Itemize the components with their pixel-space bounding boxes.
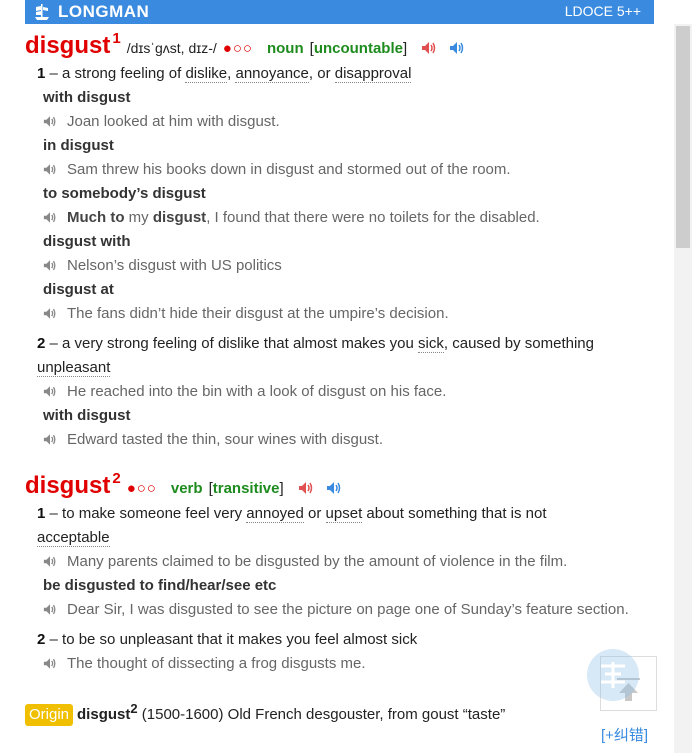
dictionary-header: LONGMAN LDOCE 5++ <box>25 0 654 24</box>
speaker-british-icon[interactable] <box>298 481 314 500</box>
ship-icon <box>35 4 49 20</box>
example: Sam threw his books down in disgust and … <box>43 160 511 182</box>
frequency-dots: ●○○ <box>126 480 157 497</box>
speaker-example-icon[interactable] <box>43 114 61 134</box>
pronunciation: /dɪsˈɡʌst, dɪz-/ <box>126 40 217 56</box>
collocation: with disgust <box>43 89 131 106</box>
example-text: Dear Sir, I was disgusted to see the pic… <box>67 601 629 618</box>
example: Joan looked at him with disgust. <box>43 112 280 134</box>
collocation: disgust with <box>43 233 131 250</box>
origin-tag: Origin <box>25 704 74 726</box>
definition: a very strong feeling of dislike that al… <box>62 335 419 352</box>
example: Many parents claimed to be disgusted by … <box>43 552 567 574</box>
origin-section: Origin disgust2 (1500-1600) Old French de… <box>25 699 505 726</box>
xref-link[interactable]: unpleasant <box>37 359 111 377</box>
example: Dear Sir, I was disgusted to see the pic… <box>43 600 629 622</box>
scrollbar-thumb[interactable] <box>676 26 690 248</box>
xref-link[interactable]: sick <box>418 335 444 353</box>
brand-name: LONGMAN <box>58 2 150 21</box>
origin-headword-text: disgust <box>77 706 131 723</box>
longman-logo: LONGMAN <box>32 2 149 22</box>
collocation: disgust at <box>43 281 114 298</box>
origin-homograph-number: 2 <box>130 701 138 716</box>
definition: a strong feeling of <box>62 65 186 82</box>
grammar-label: [transitive] <box>208 480 284 497</box>
grammar-value: transitive <box>212 480 280 497</box>
example-text: Sam threw his books down in disgust and … <box>67 161 511 178</box>
speaker-example-icon[interactable] <box>43 258 61 278</box>
origin-text: (1500-1600) Old French desgouster, from … <box>141 706 506 723</box>
example-text: Many parents claimed to be disgusted by … <box>67 553 568 570</box>
speaker-american-icon[interactable] <box>326 481 342 500</box>
sense-1: 1 – a strong feeling of dislike, annoyan… <box>37 65 412 83</box>
example: Nelson’s disgust with US politics <box>43 256 282 278</box>
speaker-british-icon[interactable] <box>421 41 437 60</box>
definition: to make someone feel very <box>62 505 247 522</box>
headword: disgust <box>25 472 111 499</box>
example: He reached into the bin with a look of d… <box>43 382 446 404</box>
example-text: The fans didn’t hide their disgust at th… <box>67 305 449 322</box>
xref-link[interactable]: annoyance <box>235 65 309 83</box>
definition: to be so unpleasant that it makes you fe… <box>62 631 418 648</box>
homograph-number: 2 <box>112 470 121 487</box>
definition-text: , or <box>308 65 335 82</box>
scrollbar[interactable] <box>674 24 692 753</box>
example-text: , I found that there were no toilets for… <box>206 209 540 226</box>
entry-1-header: disgust 1 /dɪsˈɡʌst, dɪz-/ ●○○ noun [unc… <box>25 30 465 60</box>
xref-link[interactable]: annoyed <box>246 505 304 523</box>
definition-text: or <box>303 505 326 522</box>
headword: disgust <box>25 32 111 59</box>
example-text: The thought of dissecting a frog disgust… <box>67 655 366 672</box>
example: Edward tasted the thin, sour wines with … <box>43 430 383 452</box>
speaker-example-icon[interactable] <box>43 432 61 452</box>
grammar-value: uncountable <box>313 40 403 57</box>
report-error-link[interactable]: [+纠错] <box>601 724 648 745</box>
example: The fans didn’t hide their disgust at th… <box>43 304 449 326</box>
part-of-speech: noun <box>266 40 304 57</box>
entry-2-header: disgust 2 ●○○ verb [transitive] <box>25 470 342 500</box>
speaker-example-icon[interactable] <box>43 554 61 574</box>
origin-headword: disgust2 <box>77 701 138 723</box>
collocation: to somebody’s disgust <box>43 185 206 202</box>
homograph-number: 1 <box>112 30 121 47</box>
speaker-example-icon[interactable] <box>43 384 61 404</box>
speaker-example-icon[interactable] <box>43 656 61 676</box>
example-bold: Much to <box>67 209 125 226</box>
xref-link[interactable]: upset <box>325 505 363 523</box>
sense-1: 1 – to make someone feel very annoyed or… <box>37 505 547 523</box>
sense-1-continued: acceptable <box>37 528 110 548</box>
collocation: be disgusted to find/hear/see etc <box>43 577 277 594</box>
speaker-american-icon[interactable] <box>449 41 465 60</box>
sense-2-continued: unpleasant <box>37 358 111 378</box>
grammar-label: [uncountable] <box>309 40 408 57</box>
speaker-example-icon[interactable] <box>43 210 61 230</box>
edition-label: LDOCE 5++ <box>564 3 641 19</box>
xref-link[interactable]: acceptable <box>37 529 110 547</box>
example-text: Nelson’s disgust with US politics <box>67 257 282 274</box>
sense-2: 2 – a very strong feeling of dislike tha… <box>37 335 594 353</box>
example: Much to my disgust, I found that there w… <box>43 208 540 230</box>
example: The thought of dissecting a frog disgust… <box>43 654 366 676</box>
example-text: my <box>124 209 153 226</box>
collocation: with disgust <box>43 407 131 424</box>
example-bold: disgust <box>152 209 207 226</box>
example-text: Joan looked at him with disgust. <box>67 113 280 130</box>
definition-text: , caused by something <box>443 335 594 352</box>
part-of-speech: verb <box>170 480 203 497</box>
xref-link[interactable]: disapproval <box>334 65 412 83</box>
definition-text: about something that is not <box>362 505 547 522</box>
xref-link[interactable]: dislike <box>185 65 228 83</box>
example-text: He reached into the bin with a look of d… <box>67 383 447 400</box>
frequency-dots: ●○○ <box>222 40 253 57</box>
collocation: in disgust <box>43 137 114 154</box>
translate-watermark-icon <box>586 648 640 707</box>
speaker-example-icon[interactable] <box>43 306 61 326</box>
sense-2: 2 – to be so unpleasant that it makes yo… <box>37 631 418 648</box>
speaker-example-icon[interactable] <box>43 602 61 622</box>
speaker-example-icon[interactable] <box>43 162 61 182</box>
example-text: Edward tasted the thin, sour wines with … <box>67 431 383 448</box>
